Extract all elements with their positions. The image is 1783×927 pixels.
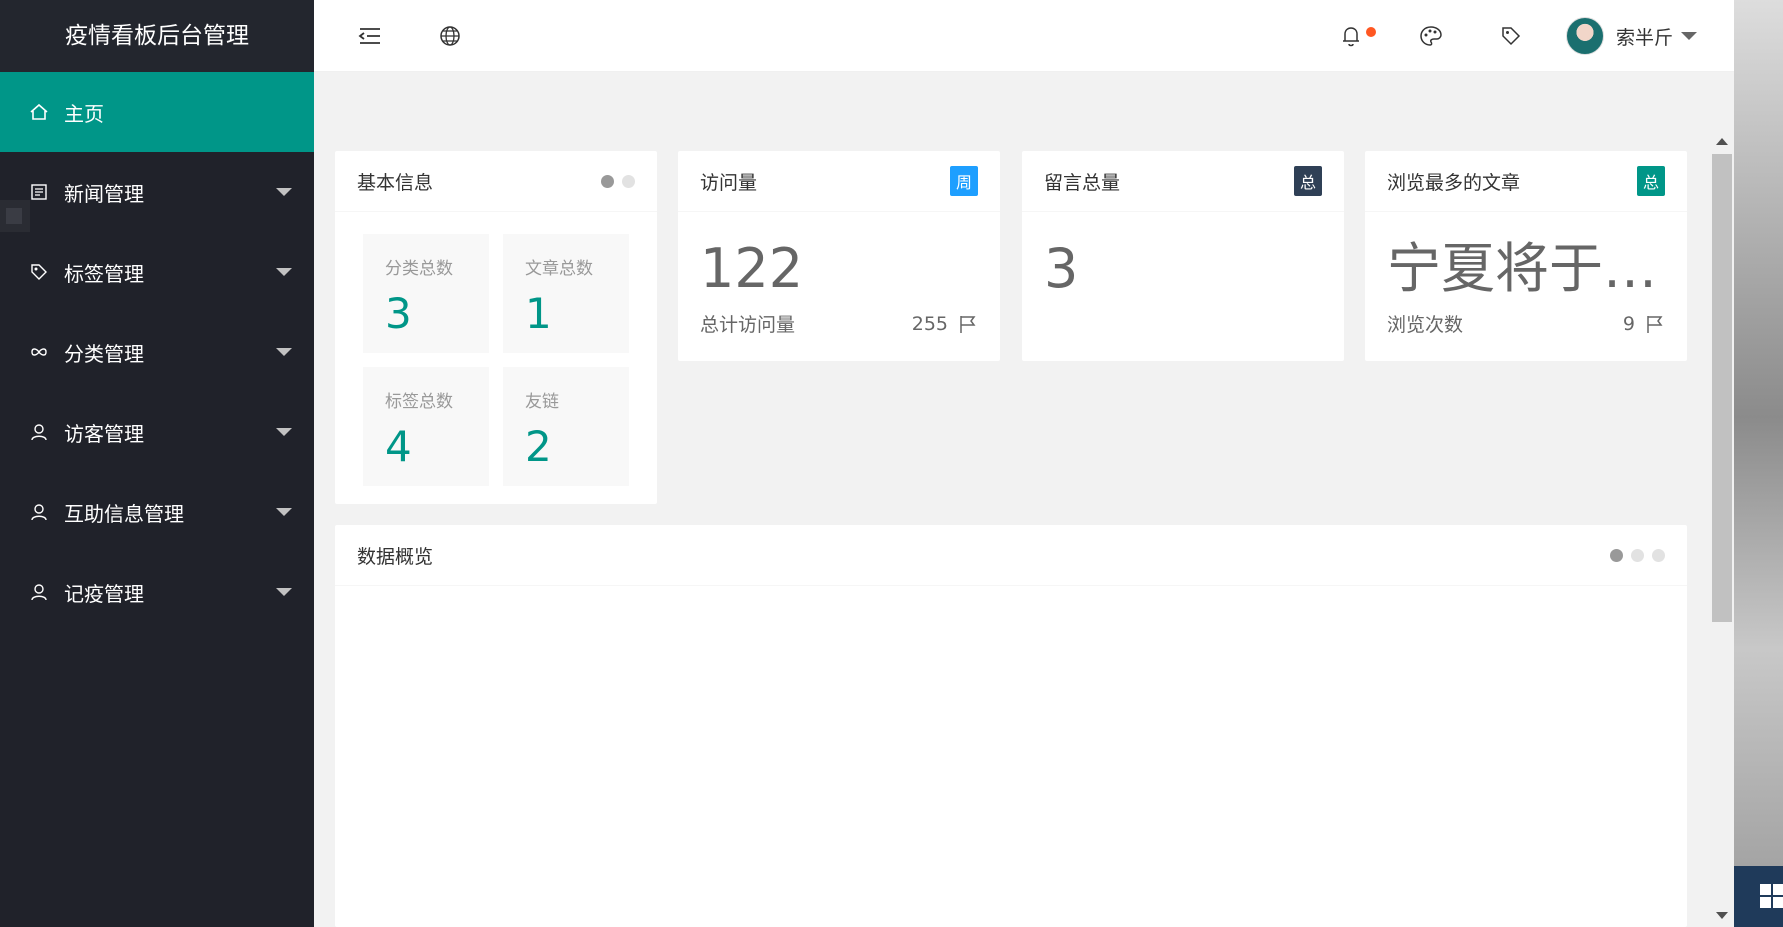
scroll-down-arrow[interactable] (1716, 912, 1728, 919)
card-title: 数据概览 (357, 545, 434, 568)
sidebar-item-epidemic-log[interactable]: 记疫管理 (0, 552, 314, 632)
carousel-indicator[interactable] (1610, 548, 1665, 562)
stat-value: 1 (525, 289, 552, 338)
sidebar-item-tags[interactable]: 标签管理 (0, 232, 314, 312)
stat-tile[interactable]: 标签总数 4 (363, 367, 489, 486)
sub-value: 255 (911, 312, 948, 335)
period-badge: 总 (1636, 166, 1665, 196)
tag-icon (28, 261, 50, 283)
chevron-down-icon (276, 508, 292, 516)
sub-label: 总计访问量 (700, 314, 796, 336)
username: 索半斤 (1616, 26, 1674, 49)
stat-value: 4 (385, 422, 412, 471)
carousel-dot[interactable] (1652, 548, 1665, 562)
visits-value: 122 (700, 237, 804, 300)
messages-value: 3 (1044, 237, 1079, 300)
sidebar-item-visitors[interactable]: 访客管理 (0, 392, 314, 472)
sub-label: 浏览次数 (1387, 314, 1464, 336)
card-title: 浏览最多的文章 (1387, 171, 1521, 194)
sidebar: 疫情看板后台管理 主页 新闻管理 标签管理 分类管理 访客管理 互助信息管理 记… (0, 0, 314, 927)
stat-tile[interactable]: 分类总数 3 (363, 234, 489, 353)
stat-tile[interactable]: 文章总数 1 (503, 234, 629, 353)
sidebar-item-label: 分类管理 (64, 341, 144, 366)
sidebar-item-label: 标签管理 (64, 261, 144, 286)
news-icon (28, 181, 50, 203)
sidebar-item-label: 互助信息管理 (64, 501, 184, 526)
chevron-down-icon (276, 588, 292, 596)
top-article-card: 浏览最多的文章 总 宁夏将于… 浏览次数 9 (1365, 151, 1687, 361)
sidebar-item-label: 新闻管理 (64, 181, 144, 206)
chevron-down-icon (276, 188, 292, 196)
chevron-down-icon (1681, 32, 1698, 40)
chevron-down-icon (276, 348, 292, 356)
sidebar-item-label: 访客管理 (64, 421, 144, 446)
period-badge: 总 (1293, 166, 1322, 196)
user-icon (28, 501, 50, 523)
infinity-icon (28, 341, 50, 363)
stat-label: 友链 (525, 392, 559, 412)
user-icon (28, 581, 50, 603)
sidebar-item-news[interactable]: 新闻管理 (0, 152, 314, 232)
home-icon (28, 101, 50, 123)
chevron-down-icon (276, 428, 292, 436)
stat-value: 3 (385, 289, 412, 338)
stat-label: 分类总数 (385, 259, 453, 279)
card-title: 基本信息 (357, 171, 434, 194)
carousel-indicator[interactable] (601, 174, 635, 188)
sidebar-item-label: 主页 (64, 101, 104, 126)
sidebar-item-mutual-aid[interactable]: 互助信息管理 (0, 472, 314, 552)
sub-value: 9 (1622, 312, 1635, 335)
windows-start-icon[interactable] (1760, 884, 1783, 908)
app-title: 疫情看板后台管理 (0, 0, 314, 72)
scroll-up-arrow[interactable] (1716, 138, 1728, 145)
data-overview-card: 数据概览 (335, 525, 1687, 927)
card-title: 访问量 (700, 171, 758, 194)
stat-value: 2 (525, 422, 552, 471)
visits-card: 访问量 周 122 总计访问量 255 (678, 151, 1000, 361)
top-header: 索半斤 (314, 0, 1734, 72)
sidebar-item-categories[interactable]: 分类管理 (0, 312, 314, 392)
scrollbar-thumb[interactable] (1712, 154, 1732, 622)
tag-icon[interactable] (1497, 22, 1525, 50)
notification-dot (1366, 27, 1376, 37)
user-icon (28, 421, 50, 443)
sidebar-edge-marker (0, 200, 30, 232)
stat-label: 标签总数 (385, 392, 453, 412)
flag-icon (960, 315, 976, 333)
globe-icon[interactable] (436, 22, 464, 50)
menu-collapse-icon[interactable] (356, 22, 384, 50)
chevron-down-icon (276, 268, 292, 276)
stat-label: 文章总数 (525, 259, 593, 279)
period-badge: 周 (949, 166, 978, 196)
carousel-dot[interactable] (1610, 548, 1623, 562)
desktop-background (1734, 0, 1783, 927)
sidebar-item-home[interactable]: 主页 (0, 72, 314, 152)
top-article-value[interactable]: 宁夏将于… (1365, 212, 1687, 310)
carousel-dot[interactable] (622, 174, 635, 188)
avatar (1566, 17, 1604, 55)
messages-card: 留言总量 总 3 (1022, 151, 1344, 361)
palette-icon[interactable] (1417, 22, 1445, 50)
carousel-dot[interactable] (1631, 548, 1644, 562)
sidebar-item-label: 记疫管理 (64, 581, 144, 606)
user-menu[interactable]: 索半斤 (1566, 16, 1698, 56)
bell-icon[interactable] (1337, 22, 1365, 50)
carousel-dot[interactable] (601, 174, 614, 188)
basic-info-card: 基本信息 分类总数 3 文章总数 1 标签总数 4 友链 2 (335, 151, 657, 504)
card-title: 留言总量 (1044, 171, 1121, 194)
stat-tile[interactable]: 友链 2 (503, 367, 629, 486)
flag-icon (1647, 315, 1663, 333)
